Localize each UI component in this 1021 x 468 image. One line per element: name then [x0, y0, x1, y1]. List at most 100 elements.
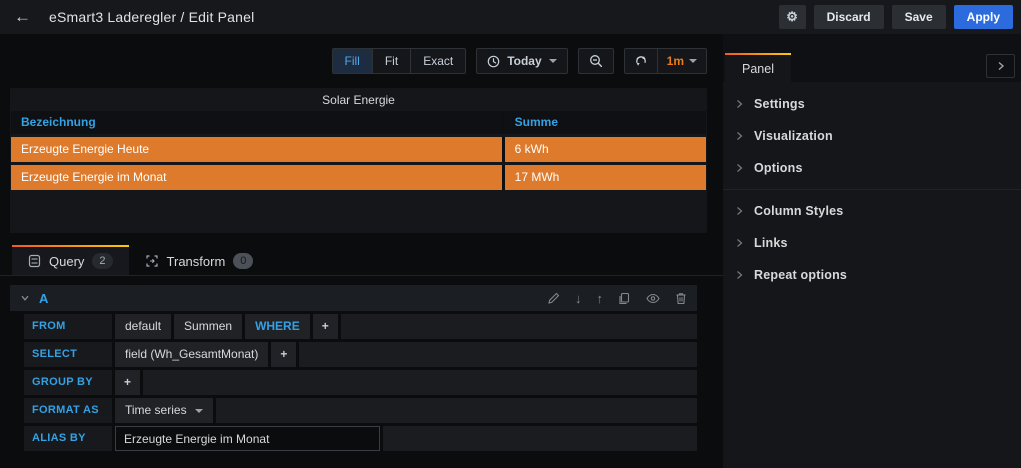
row-filler — [299, 342, 697, 367]
size-mode-fill[interactable]: Fill — [333, 49, 373, 73]
group-by-label: GROUP BY — [24, 370, 112, 395]
back-arrow-icon[interactable]: ← — [14, 7, 31, 27]
section-column-styles[interactable]: Column Styles — [723, 195, 1021, 227]
topbar-actions: ⚙ Discard Save Apply — [779, 5, 1013, 29]
main-area: Fill Fit Exact Today — [0, 34, 723, 468]
row-filler — [383, 426, 697, 451]
query-header-row: A ↓ ↑ — [10, 285, 697, 311]
group-by-row: GROUP BY + — [24, 370, 697, 395]
collapse-sidebar-button[interactable] — [986, 54, 1015, 78]
refresh-interval-label: 1m — [667, 54, 684, 68]
from-retention-segment[interactable]: default — [115, 314, 171, 339]
column-header-summe[interactable]: Summe — [502, 111, 706, 134]
add-where-condition-button[interactable]: + — [313, 314, 338, 339]
chevron-right-icon — [736, 206, 743, 216]
page-title: eSmart3 Laderegler / Edit Panel — [49, 9, 254, 25]
column-header-bezeichnung[interactable]: Bezeichnung — [11, 111, 502, 134]
chevron-right-icon — [736, 99, 743, 109]
section-label: Repeat options — [754, 268, 847, 282]
edit-query-icon[interactable] — [547, 292, 560, 305]
apply-button[interactable]: Apply — [954, 5, 1013, 29]
section-settings[interactable]: Settings — [723, 88, 1021, 120]
query-actions: ↓ ↑ — [547, 292, 687, 305]
copy-query-icon[interactable] — [618, 292, 631, 305]
table-row: Erzeugte Energie im Monat 17 MWh — [11, 165, 706, 190]
refresh-icon — [634, 54, 648, 68]
tab-panel[interactable]: Panel — [725, 53, 791, 82]
query-ref-id[interactable]: A — [39, 291, 48, 306]
row-filler — [216, 398, 697, 423]
section-label: Links — [754, 236, 788, 250]
format-as-dropdown[interactable]: Time series — [115, 398, 213, 423]
sidebar-tabbar: Panel — [723, 34, 1021, 82]
time-range-picker[interactable]: Today — [476, 48, 567, 74]
database-icon — [28, 254, 41, 268]
cell-bezeichnung: Erzeugte Energie im Monat — [11, 165, 502, 190]
section-options[interactable]: Options — [723, 152, 1021, 184]
row-filler — [143, 370, 697, 395]
size-mode-fit[interactable]: Fit — [373, 49, 411, 73]
add-select-button[interactable]: + — [271, 342, 296, 367]
size-mode-exact[interactable]: Exact — [411, 49, 465, 73]
chevron-right-icon — [997, 61, 1005, 71]
from-measurement-segment[interactable]: Summen — [174, 314, 242, 339]
refresh-interval-dropdown[interactable]: 1m — [657, 49, 706, 73]
chevron-down-icon — [689, 59, 697, 63]
table-panel: Solar Energie Bezeichnung Summe Erzeugte… — [10, 88, 707, 233]
from-label: FROM — [24, 314, 112, 339]
table-header-row: Bezeichnung Summe — [11, 111, 706, 134]
table-row: Erzeugte Energie Heute 6 kWh — [11, 137, 706, 162]
time-range-label: Today — [507, 54, 541, 68]
panel-toolbar: Fill Fit Exact Today — [0, 34, 723, 74]
panel-settings-button[interactable]: ⚙ — [779, 5, 806, 29]
row-filler — [341, 314, 697, 339]
cell-bezeichnung: Erzeugte Energie Heute — [11, 137, 502, 162]
disable-query-eye-icon[interactable] — [646, 293, 660, 304]
from-row: FROM default Summen WHERE + — [24, 314, 697, 339]
alias-by-row: ALIAS BY — [24, 426, 697, 451]
discard-button[interactable]: Discard — [814, 5, 884, 29]
options-sidebar: Panel Settings Visualization Options — [723, 34, 1021, 468]
panel-title: Solar Energie — [10, 88, 707, 111]
section-label: Options — [754, 161, 803, 175]
transform-count-badge: 0 — [233, 253, 253, 269]
top-navbar: ← eSmart3 Laderegler / Edit Panel ⚙ Disc… — [0, 0, 1021, 34]
add-group-by-button[interactable]: + — [115, 370, 140, 395]
cell-summe: 6 kWh — [502, 137, 706, 162]
alias-by-label: ALIAS BY — [24, 426, 112, 451]
tab-query[interactable]: Query 2 — [12, 245, 129, 275]
editor-tabbar: Query 2 Transform 0 — [0, 245, 723, 276]
tab-transform[interactable]: Transform 0 — [129, 245, 270, 275]
clock-icon — [487, 55, 500, 68]
format-as-label: FORMAT AS — [24, 398, 112, 423]
query-count-badge: 2 — [92, 253, 112, 269]
tab-query-label: Query — [49, 254, 84, 269]
move-query-up-icon[interactable]: ↑ — [597, 292, 604, 305]
section-repeat-options[interactable]: Repeat options — [723, 259, 1021, 291]
refresh-button[interactable] — [625, 49, 657, 73]
chevron-right-icon — [736, 270, 743, 280]
tab-transform-label: Transform — [167, 254, 226, 269]
section-label: Visualization — [754, 129, 833, 143]
section-links[interactable]: Links — [723, 227, 1021, 259]
section-label: Settings — [754, 97, 805, 111]
collapse-query-icon[interactable] — [20, 293, 30, 303]
where-segment[interactable]: WHERE — [245, 314, 310, 339]
select-row: SELECT field (Wh_GesamtMonat) + — [24, 342, 697, 367]
chevron-down-icon — [195, 409, 203, 413]
format-as-value: Time series — [125, 398, 187, 423]
zoom-out-button[interactable] — [578, 48, 614, 74]
search-minus-icon — [589, 54, 603, 68]
alias-by-input[interactable] — [115, 426, 380, 451]
refresh-control: 1m — [624, 48, 707, 74]
workspace: Fill Fit Exact Today — [0, 34, 1021, 468]
gear-icon: ⚙ — [786, 9, 798, 25]
move-query-down-icon[interactable]: ↓ — [575, 292, 582, 305]
tab-panel-label: Panel — [742, 62, 774, 76]
chevron-right-icon — [736, 163, 743, 173]
delete-query-trash-icon[interactable] — [675, 292, 687, 305]
save-button[interactable]: Save — [892, 5, 946, 29]
section-visualization[interactable]: Visualization — [723, 120, 1021, 152]
select-label: SELECT — [24, 342, 112, 367]
select-field-segment[interactable]: field (Wh_GesamtMonat) — [115, 342, 268, 367]
